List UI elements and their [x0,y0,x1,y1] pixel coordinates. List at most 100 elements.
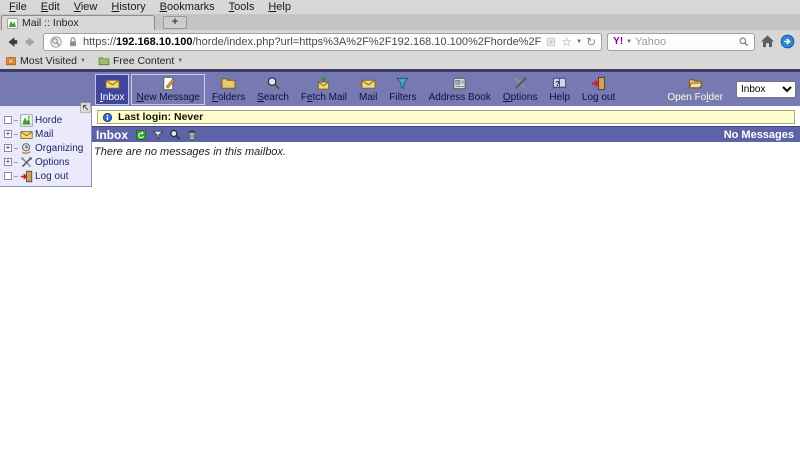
tree-connector [14,133,18,135]
sidebar-item-horde[interactable]: Horde [0,113,91,127]
toolbar-fetch-mail[interactable]: Fetch Mail [296,74,352,105]
toolbar-filters[interactable]: Filters [384,74,421,105]
open-folder-button[interactable]: Open Folder [662,74,728,105]
horde-page: Inbox New Message Folders Search Fetch Mail M… [0,72,800,187]
menu-edit[interactable]: Edit [34,1,67,13]
inbox-icon [105,76,120,91]
expand-plus-icon[interactable]: + [4,144,12,152]
dropdown-caret-icon: ▼ [177,58,184,64]
search-box[interactable]: Y! ▼ Yahoo [607,32,755,51]
expand-plus-icon[interactable]: + [4,130,12,138]
toolbar-label: Mail [359,92,378,103]
toolbar-label: New Message [136,92,200,103]
forward-button[interactable] [24,34,38,50]
toolbar-address-book[interactable]: Address Book [424,74,496,105]
toolbar-options[interactable]: Options [498,74,542,105]
toolbar-label: Search [257,92,289,103]
toolbar-help[interactable]: ? Help [544,74,575,105]
toolbar-label: Options [502,92,538,103]
most-visited-icon [5,55,17,67]
sidebar-collapse-button[interactable] [80,102,91,113]
horde-toolbar-right: Open Folder Inbox [662,72,796,106]
options-icon [513,76,528,91]
logout-icon [591,76,606,91]
toolbar-label: Log out [581,92,616,103]
toolbar-search[interactable]: Search [252,74,294,105]
search-input[interactable]: Yahoo [635,36,735,48]
svg-text:?: ? [555,79,560,88]
new-tab-button[interactable]: + [163,16,187,29]
sidebar-item-options[interactable]: + Options [0,155,91,169]
menu-file[interactable]: File [2,1,34,13]
toolbar-mail[interactable]: Mail [354,74,382,105]
toolbar-new-message[interactable]: New Message [131,73,205,105]
sidebar-item-label: Organizing [35,142,84,154]
search-engine-caret-icon[interactable]: ▼ [626,39,632,45]
bookmark-label: Free Content [112,55,175,67]
addressbook-icon [452,76,467,91]
toolbar-inbox[interactable]: Inbox [95,73,130,105]
folder-select[interactable]: Inbox [736,80,796,98]
mailbox-header: Inbox No Messages [92,126,800,142]
bookmark-free-content[interactable]: Free Content ▼ [98,55,183,67]
horde-toolbar: Inbox New Message Folders Search Fetch Mail M… [0,72,800,106]
bookmark-most-visited[interactable]: Most Visited ▼ [5,55,86,67]
back-button[interactable] [5,34,19,50]
bookmarks-bar: Most Visited ▼ Free Content ▼ [0,53,800,69]
search-small-icon[interactable] [738,36,749,47]
dropdown-caret-icon[interactable]: ▼ [576,39,582,45]
horde-icon [20,113,33,127]
mail-icon [20,128,33,141]
navigation-bar: https://192.168.10.100/horde/index.php?u… [0,30,800,53]
expand-empty-icon[interactable] [4,116,12,124]
sidebar-item-organizing[interactable]: + Organizing [0,141,91,155]
info-icon [102,112,113,123]
horde-toolbar-buttons: Inbox New Message Folders Search Fetch Mail M… [95,73,622,105]
mail-icon [361,76,376,91]
mailbox-content: Last login: Never Inbox No Messages Ther… [92,110,800,162]
options-icon [20,156,33,169]
expand-empty-icon[interactable] [4,172,12,180]
addon-icon[interactable] [780,34,795,50]
notification-text: Last login: Never [118,111,204,123]
menu-help[interactable]: Help [261,1,298,13]
folder-icon [221,76,236,91]
menu-bookmarks[interactable]: Bookmarks [153,1,222,13]
menu-view[interactable]: View [67,1,105,13]
url-bar[interactable]: https://192.168.10.100/horde/index.php?u… [43,32,603,51]
tab-bar: Mail :: Inbox + [0,14,800,30]
empty-mailbox-message: There are no messages in this mailbox. [94,146,286,158]
filter-icon [395,76,410,91]
tab-mail-inbox[interactable]: Mail :: Inbox [1,15,155,30]
filter-caret-icon[interactable] [152,129,164,141]
sidebar-item-label: Mail [35,128,54,140]
reload-icon[interactable]: ↻ [586,36,596,48]
toolbar-label: Address Book [428,92,491,103]
sidebar-item-label: Log out [35,170,69,182]
fetchmail-icon [316,76,331,91]
home-icon[interactable] [760,34,775,50]
expand-plus-icon[interactable]: + [4,158,12,166]
tree-connector [14,175,18,177]
menu-history[interactable]: History [104,1,152,13]
green-folder-icon [98,55,110,67]
toolbar-label: Folders [211,92,246,103]
trash-icon[interactable] [186,129,198,141]
menu-bar: File Edit View History Bookmarks Tools Help [0,0,800,14]
toolbar-label: Help [549,92,570,103]
site-identity-icon[interactable] [49,35,63,49]
toolbar-folders[interactable]: Folders [207,74,250,105]
refresh-icon[interactable] [135,129,147,141]
sidebar-item-label: Options [35,156,70,168]
menu-tools[interactable]: Tools [222,1,262,13]
toolbar-log-out[interactable]: Log out [577,74,620,105]
bookmark-add-icon[interactable] [545,36,557,48]
tree-connector [14,147,18,149]
mailbox-header-actions [135,129,198,141]
help-icon: ? [552,76,567,91]
search-dark-icon[interactable] [169,129,181,141]
sidebar-item-mail[interactable]: + Mail [0,127,91,141]
star-icon[interactable]: ☆ [561,36,572,48]
url-text[interactable]: https://192.168.10.100/horde/index.php?u… [83,36,541,48]
sidebar-item-log-out[interactable]: Log out [0,169,91,183]
